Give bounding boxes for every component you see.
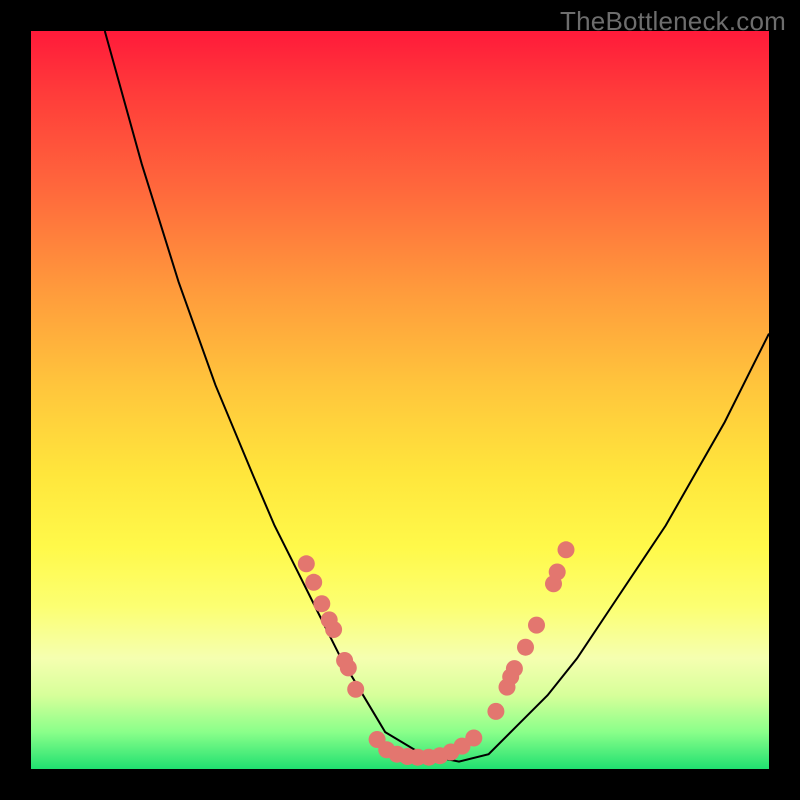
data-point <box>502 668 519 685</box>
data-point <box>549 564 566 581</box>
data-point <box>465 730 482 747</box>
data-point <box>558 541 575 558</box>
data-point <box>487 703 504 720</box>
chart-overlay <box>31 31 769 769</box>
data-point <box>305 574 322 591</box>
data-point <box>325 621 342 638</box>
data-point <box>340 659 357 676</box>
data-point <box>313 595 330 612</box>
bottleneck-curve <box>105 31 769 762</box>
data-point <box>347 681 364 698</box>
data-point <box>517 639 534 656</box>
data-point <box>528 617 545 634</box>
watermark-label: TheBottleneck.com <box>560 6 786 37</box>
data-point <box>298 555 315 572</box>
